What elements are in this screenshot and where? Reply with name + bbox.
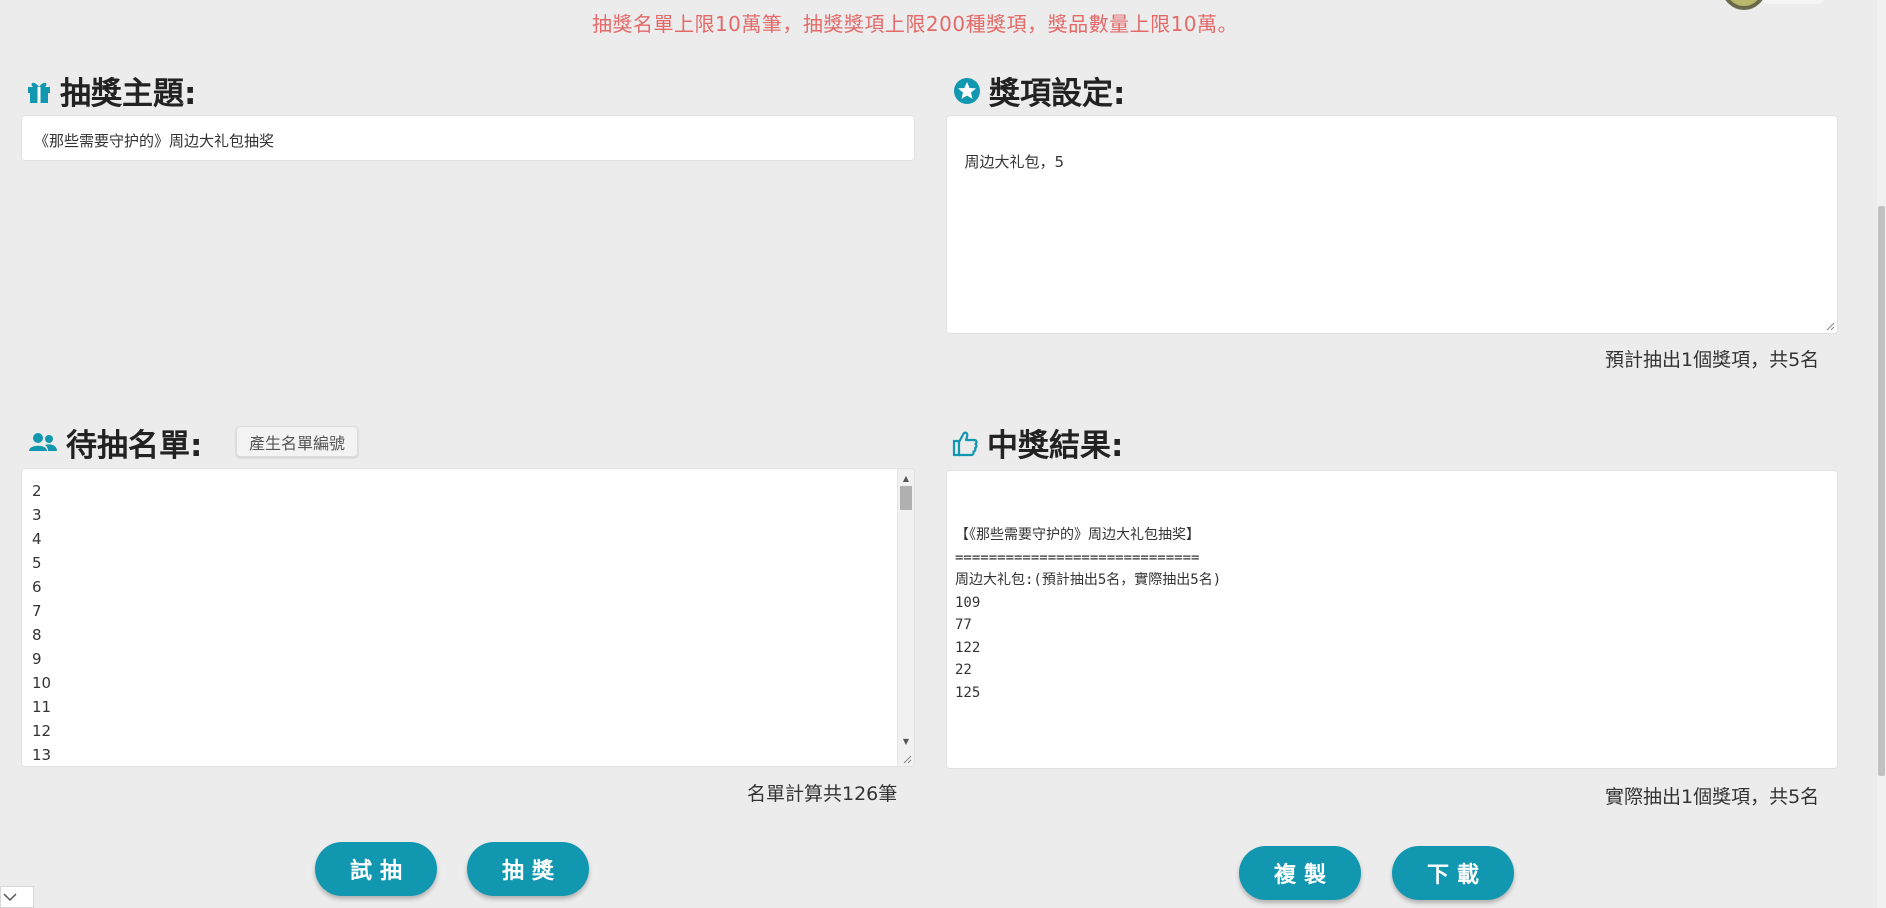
list-item: 9 bbox=[32, 650, 42, 668]
download-button[interactable]: 下載 bbox=[1392, 846, 1514, 900]
list-item: 4 bbox=[32, 530, 42, 548]
list-scrollbar[interactable]: ▲ ▼ bbox=[897, 469, 914, 766]
theme-section-title: 抽獎主題: bbox=[26, 68, 196, 113]
result-line: 22 bbox=[955, 662, 972, 678]
result-line: 周边大礼包:(預計抽出5名，實際抽出5名) bbox=[955, 572, 1222, 588]
prize-summary: 預計抽出1個獎項，共5名 bbox=[1605, 349, 1820, 371]
gift-icon bbox=[26, 78, 52, 104]
result-line: 77 bbox=[955, 617, 972, 633]
result-title-text: 中獎結果: bbox=[987, 428, 1124, 464]
result-line: 125 bbox=[955, 684, 981, 701]
scroll-up-icon[interactable]: ▲ bbox=[898, 471, 914, 485]
page-scrollbar[interactable] bbox=[1877, 0, 1886, 908]
list-count: 名單計算共126筆 bbox=[747, 783, 898, 805]
copy-button[interactable]: 複製 bbox=[1239, 846, 1361, 900]
candidate-list-textarea[interactable]: 2 3 4 5 6 7 8 9 10 11 12 13 ▲ ▼ bbox=[21, 468, 915, 767]
prize-settings-value: 周边大礼包，5 bbox=[964, 152, 1065, 171]
list-item: 8 bbox=[32, 626, 42, 644]
chevron-down-icon bbox=[3, 893, 17, 902]
prize-settings-textarea[interactable]: 周边大礼包，5 bbox=[946, 115, 1838, 334]
list-item: 6 bbox=[32, 578, 42, 596]
star-icon bbox=[953, 77, 981, 105]
result-textarea[interactable]: 【《那些需要守护的》周边大礼包抽奖】 ======================… bbox=[946, 470, 1838, 769]
list-item: 5 bbox=[32, 554, 42, 572]
result-line: 109 bbox=[955, 594, 981, 611]
collapse-toggle[interactable] bbox=[0, 886, 34, 908]
list-item: 12 bbox=[32, 722, 52, 740]
scroll-down-icon[interactable]: ▼ bbox=[898, 734, 914, 748]
result-section-title: 中獎結果: bbox=[951, 420, 1123, 465]
list-item: 13 bbox=[32, 746, 52, 764]
users-icon bbox=[28, 431, 58, 455]
list-item: 11 bbox=[32, 698, 52, 716]
avatar-tag bbox=[1762, 0, 1824, 4]
result-line: 122 bbox=[955, 639, 981, 656]
generate-list-number-button[interactable]: 產生名單編號 bbox=[236, 426, 358, 457]
result-lines: 【《那些需要守护的》周边大礼包抽奖】 ======================… bbox=[955, 524, 1829, 704]
resize-grip-icon[interactable] bbox=[902, 754, 912, 764]
list-item: 3 bbox=[32, 506, 42, 524]
prize-title-text: 獎項設定: bbox=[989, 76, 1126, 112]
theme-input[interactable]: 《那些需要守护的》周边大礼包抽奖 bbox=[21, 115, 915, 161]
list-item: 7 bbox=[32, 602, 42, 620]
result-line: ============================= bbox=[955, 549, 1200, 566]
limit-notice: 抽獎名單上限10萬筆，抽獎獎項上限200種獎項，獎品數量上限10萬。 bbox=[591, 12, 1239, 36]
theme-title-text: 抽獎主題: bbox=[60, 76, 197, 112]
list-title-text: 待抽名單: bbox=[66, 428, 203, 464]
list-section-title: 待抽名單: bbox=[28, 420, 202, 465]
prize-section-title: 獎項設定: bbox=[953, 68, 1125, 113]
list-scrollbar-thumb[interactable] bbox=[900, 486, 912, 510]
list-item: 2 bbox=[32, 482, 42, 500]
candidate-list-rows: 2 3 4 5 6 7 8 9 10 11 12 13 bbox=[32, 479, 914, 766]
result-line: 【《那些需要守护的》周边大礼包抽奖】 bbox=[955, 527, 1200, 543]
thumbs-up-icon bbox=[951, 429, 979, 457]
trial-draw-button[interactable]: 試抽 bbox=[315, 842, 437, 896]
resize-grip-icon[interactable] bbox=[1825, 321, 1835, 331]
draw-button[interactable]: 抽獎 bbox=[467, 842, 589, 896]
result-summary: 實際抽出1個獎項，共5名 bbox=[1605, 786, 1820, 808]
list-item: 10 bbox=[32, 674, 52, 692]
page-scrollbar-thumb[interactable] bbox=[1878, 206, 1885, 776]
